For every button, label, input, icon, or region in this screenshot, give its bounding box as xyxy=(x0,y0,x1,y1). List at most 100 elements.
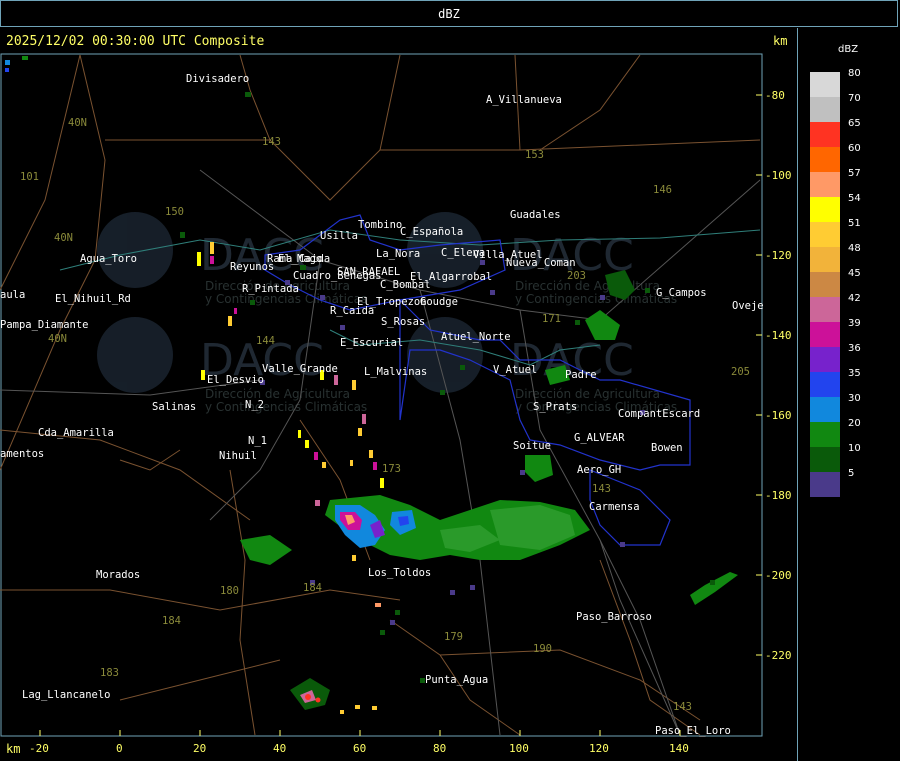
legend-value: 30 xyxy=(848,393,861,404)
svg-text:179: 179 xyxy=(444,631,463,643)
y-tick: -220 xyxy=(765,649,792,662)
svg-text:171: 171 xyxy=(542,313,561,325)
legend-value: 36 xyxy=(848,343,861,354)
svg-text:C_Bombal: C_Bombal xyxy=(380,279,431,291)
legend-value: 5 xyxy=(848,468,855,479)
svg-text:y Contingencias Climáticas: y Contingencias Climáticas xyxy=(515,292,677,306)
y-tick: -120 xyxy=(765,249,792,262)
svg-text:143: 143 xyxy=(673,701,692,713)
svg-text:150: 150 xyxy=(165,206,184,218)
svg-text:Punta_Agua: Punta_Agua xyxy=(425,674,488,686)
unit-label-top: km xyxy=(773,34,788,48)
legend-swatch xyxy=(810,247,840,272)
x-tick: 140 xyxy=(669,742,689,755)
svg-text:El_Desvio: El_Desvio xyxy=(207,374,264,386)
x-tick: 100 xyxy=(509,742,529,755)
y-tick: -100 xyxy=(765,169,792,182)
svg-text:40N: 40N xyxy=(54,232,73,244)
legend-title: dBZ xyxy=(838,44,859,55)
svg-text:Dirección de Agricultura: Dirección de Agricultura xyxy=(515,387,660,401)
svg-text:Soitue: Soitue xyxy=(513,440,551,452)
svg-text:180: 180 xyxy=(220,585,239,597)
svg-text:Salinas: Salinas xyxy=(152,401,196,413)
svg-text:El_Mago: El_Mago xyxy=(278,253,322,265)
x-axis xyxy=(39,730,681,736)
svg-text:205: 205 xyxy=(731,366,750,378)
y-tick: -160 xyxy=(765,409,792,422)
svg-text:Lag_Llancanelo: Lag_Llancanelo xyxy=(22,689,111,701)
x-tick-labels: -20 0 20 40 60 80 100 120 140 xyxy=(29,742,689,755)
unit-label-bottom: km xyxy=(6,742,21,756)
legend-swatch xyxy=(810,272,840,297)
svg-text:R_Pintada: R_Pintada xyxy=(242,283,299,295)
svg-text:143: 143 xyxy=(262,136,281,148)
svg-text:CompantEscard: CompantEscard xyxy=(618,408,700,420)
svg-text:Divisadero: Divisadero xyxy=(186,73,249,85)
svg-text:Tombino: Tombino xyxy=(358,219,402,231)
svg-text:N_1: N_1 xyxy=(248,435,267,447)
legend-swatch xyxy=(810,297,840,322)
svg-text:N_2: N_2 xyxy=(245,399,264,411)
svg-text:Agua_Toro: Agua_Toro xyxy=(80,253,137,265)
svg-text:amentos: amentos xyxy=(0,448,44,460)
x-tick: 60 xyxy=(353,742,366,755)
legend-value: 45 xyxy=(848,268,861,279)
legend-value: 51 xyxy=(848,218,861,229)
svg-text:S_Prats: S_Prats xyxy=(533,401,577,413)
svg-text:G_ALVEAR: G_ALVEAR xyxy=(574,432,625,444)
svg-text:Reyunos: Reyunos xyxy=(230,261,274,273)
svg-text:153: 153 xyxy=(525,149,544,161)
svg-text:Carmensa: Carmensa xyxy=(589,501,640,513)
svg-text:Oveje: Oveje xyxy=(732,300,764,312)
legend-swatch xyxy=(810,122,840,147)
svg-text:E_Escurial: E_Escurial xyxy=(340,337,403,349)
svg-text:Guadales: Guadales xyxy=(510,209,561,221)
legend-swatch xyxy=(810,97,840,122)
y-tick: -180 xyxy=(765,489,792,502)
legend-value: 39 xyxy=(848,318,861,329)
svg-text:Nihuil: Nihuil xyxy=(219,450,257,462)
x-tick: 0 xyxy=(116,742,123,755)
legend-swatch xyxy=(810,197,840,222)
legend-swatch xyxy=(810,447,840,472)
legend-swatch xyxy=(810,397,840,422)
svg-text:C_Española: C_Española xyxy=(400,226,463,238)
legend-value: 57 xyxy=(848,168,861,179)
y-tick: -80 xyxy=(765,89,785,102)
svg-text:184: 184 xyxy=(303,582,322,594)
legend-value: 20 xyxy=(848,418,861,429)
svg-text:Bowen: Bowen xyxy=(651,442,683,454)
svg-text:Aero_GH: Aero_GH xyxy=(577,464,621,476)
watermark: DACC Dirección de Agricultura y Continge… xyxy=(97,212,677,414)
svg-text:184: 184 xyxy=(162,615,181,627)
legend-swatch xyxy=(810,347,840,372)
legend-swatch xyxy=(810,372,840,397)
radar-map[interactable]: DACC Dirección de Agricultura y Continge… xyxy=(0,0,798,761)
y-tick-labels: -80 -100 -120 -140 -160 -180 -200 -220 xyxy=(765,89,792,662)
svg-text:144: 144 xyxy=(256,335,275,347)
svg-text:Padre: Padre xyxy=(565,369,597,381)
svg-text:L_Malvinas: L_Malvinas xyxy=(364,366,427,378)
svg-text:Goudge: Goudge xyxy=(420,296,458,308)
legend-value: 48 xyxy=(848,243,861,254)
svg-text:Villa_Atuel: Villa_Atuel xyxy=(473,249,543,261)
svg-text:Paso_El_Loro: Paso_El_Loro xyxy=(655,725,731,737)
legend-value: 65 xyxy=(848,118,861,129)
legend-swatch xyxy=(810,147,840,172)
svg-text:143: 143 xyxy=(592,483,611,495)
svg-text:SAN_RAFAEL: SAN_RAFAEL xyxy=(337,266,400,278)
svg-text:Pampa_Diamante: Pampa_Diamante xyxy=(0,319,89,331)
svg-text:La_Nora: La_Nora xyxy=(376,248,420,260)
svg-text:G_Campos: G_Campos xyxy=(656,287,707,299)
svg-text:Los_Toldos: Los_Toldos xyxy=(368,567,431,579)
svg-text:40N: 40N xyxy=(48,333,67,345)
y-tick: -200 xyxy=(765,569,792,582)
legend-value: 35 xyxy=(848,368,861,379)
legend-value: 70 xyxy=(848,93,861,104)
x-tick: 80 xyxy=(433,742,446,755)
legend-value: 60 xyxy=(848,143,861,154)
legend-value: 42 xyxy=(848,293,861,304)
svg-text:S_Rosas: S_Rosas xyxy=(381,316,425,328)
timestamp-label: 2025/12/02 00:30:00 UTC Composite xyxy=(6,34,265,49)
svg-text:R_Caida: R_Caida xyxy=(330,305,374,317)
